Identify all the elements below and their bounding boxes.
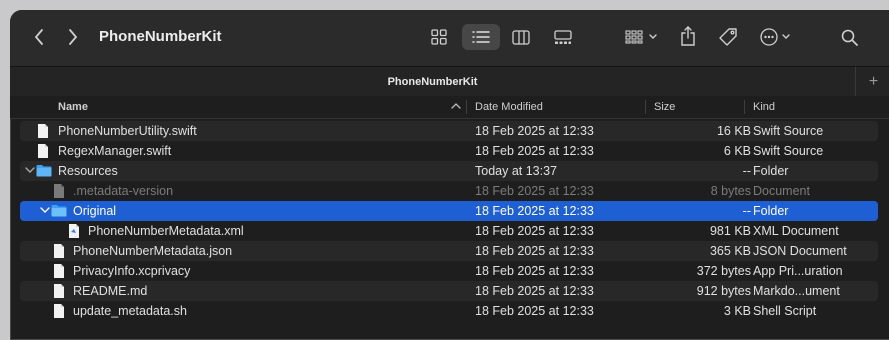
list-item[interactable]: README.md 18 Feb 2025 at 12:33 912 bytes… [20, 281, 878, 301]
share-icon[interactable] [676, 22, 700, 50]
tab-current[interactable]: PhoneNumberKit [10, 76, 855, 88]
column-view-icon[interactable] [506, 24, 536, 50]
gallery-view-icon[interactable] [548, 24, 578, 50]
file-kind: Swift Source [753, 124, 824, 138]
file-icon [53, 243, 65, 262]
column-date-header[interactable]: Date Modified [475, 101, 543, 113]
column-kind-header[interactable]: Kind [753, 101, 775, 113]
list-item[interactable]: PrivacyInfo.xcprivacy 18 Feb 2025 at 12:… [20, 261, 878, 281]
file-date: 18 Feb 2025 at 12:33 [475, 124, 594, 138]
file-size: 372 bytes [696, 264, 751, 278]
toolbar: PhoneNumberKit [10, 10, 889, 66]
file-date: 18 Feb 2025 at 12:33 [475, 284, 594, 298]
tag-icon[interactable] [715, 24, 741, 50]
file-icon [53, 183, 65, 202]
list-item[interactable]: update_metadata.sh 18 Feb 2025 at 12:33 … [20, 301, 878, 321]
file-size: 6 KB [723, 144, 751, 158]
file-size: 981 KB [709, 224, 751, 238]
sort-ascending-icon [451, 99, 461, 116]
column-divider[interactable] [645, 100, 646, 114]
file-date: 18 Feb 2025 at 12:33 [475, 204, 594, 218]
file-date: 18 Feb 2025 at 12:33 [475, 184, 594, 198]
file-icon [53, 263, 65, 282]
new-tab-button[interactable]: + [855, 67, 889, 97]
file-kind: Swift Source [753, 144, 824, 158]
list-item[interactable]: PhoneNumberUtility.swift 18 Feb 2025 at … [20, 121, 878, 141]
column-divider[interactable] [466, 100, 467, 114]
list-item-selected[interactable]: Original 18 Feb 2025 at 12:33 -- Folder [20, 201, 878, 221]
group-by-icon[interactable] [622, 24, 662, 50]
file-date: 18 Feb 2025 at 12:33 [475, 144, 594, 158]
file-name: update_metadata.sh [73, 304, 187, 318]
file-size: 3 KB [723, 304, 751, 318]
chevron-down-icon[interactable] [40, 203, 50, 220]
file-date: 18 Feb 2025 at 12:33 [475, 264, 594, 278]
list-view-icon[interactable] [462, 24, 500, 50]
file-icon [37, 143, 49, 162]
file-kind: JSON Document [753, 244, 847, 258]
list-item[interactable]: Resources Today at 13:37 -- Folder [20, 161, 878, 181]
file-name: RegexManager.swift [58, 144, 172, 158]
folder-icon [51, 204, 67, 220]
file-name: PhoneNumberMetadata.xml [88, 224, 244, 238]
file-size: 8 bytes [710, 184, 751, 198]
chevron-right-icon[interactable] [62, 26, 84, 48]
xml-file-icon [68, 223, 80, 242]
list-item[interactable]: PhoneNumberMetadata.xml 18 Feb 2025 at 1… [20, 221, 878, 241]
window-title: PhoneNumberKit [99, 28, 222, 45]
file-kind: XML Document [753, 224, 839, 238]
list-item[interactable]: RegexManager.swift 18 Feb 2025 at 12:33 … [20, 141, 878, 161]
file-kind: Shell Script [753, 304, 817, 318]
file-name: README.md [73, 284, 148, 298]
tab-bar: PhoneNumberKit + [10, 66, 889, 98]
column-header: Name Date Modified Size Kind [10, 96, 889, 119]
file-date: 18 Feb 2025 at 12:33 [475, 224, 594, 238]
file-icon [37, 123, 49, 142]
finder-window: PhoneNumberKit PhoneNumberKit + Name Dat… [10, 10, 889, 340]
more-actions-icon[interactable] [756, 24, 796, 50]
file-name: .metadata-version [73, 184, 174, 198]
list-item[interactable]: PhoneNumberMetadata.json 18 Feb 2025 at … [20, 241, 878, 261]
chevron-left-icon[interactable] [28, 26, 50, 48]
file-size: -- [742, 164, 751, 178]
list-item[interactable]: .metadata-version 18 Feb 2025 at 12:33 8… [20, 181, 878, 201]
folder-name: Original [73, 204, 117, 218]
column-size-header[interactable]: Size [654, 101, 675, 113]
icon-view-icon[interactable] [424, 24, 454, 50]
file-kind: App Pri...uration [753, 264, 843, 278]
file-name: PrivacyInfo.xcprivacy [73, 264, 191, 278]
search-icon[interactable] [838, 26, 860, 48]
column-name-header[interactable]: Name [58, 101, 88, 113]
file-name: PhoneNumberMetadata.json [73, 244, 233, 258]
file-kind: Markdo...ument [753, 284, 840, 298]
file-kind: Document [753, 184, 810, 198]
column-divider[interactable] [744, 100, 745, 114]
file-icon [53, 283, 65, 302]
folder-name: Resources [58, 164, 118, 178]
file-name: PhoneNumberUtility.swift [58, 124, 197, 138]
file-kind: Folder [753, 204, 789, 218]
file-size: 16 KB [716, 124, 751, 138]
file-kind: Folder [753, 164, 789, 178]
file-date: 18 Feb 2025 at 12:33 [475, 244, 594, 258]
file-icon [53, 303, 65, 322]
file-size: 365 KB [709, 244, 751, 258]
chevron-down-icon[interactable] [25, 163, 35, 180]
file-date: 18 Feb 2025 at 12:33 [475, 304, 594, 318]
folder-icon [36, 164, 52, 180]
file-size: -- [742, 204, 751, 218]
file-list: PhoneNumberUtility.swift 18 Feb 2025 at … [10, 121, 889, 321]
file-date: Today at 13:37 [475, 164, 558, 178]
file-size: 912 bytes [696, 284, 751, 298]
